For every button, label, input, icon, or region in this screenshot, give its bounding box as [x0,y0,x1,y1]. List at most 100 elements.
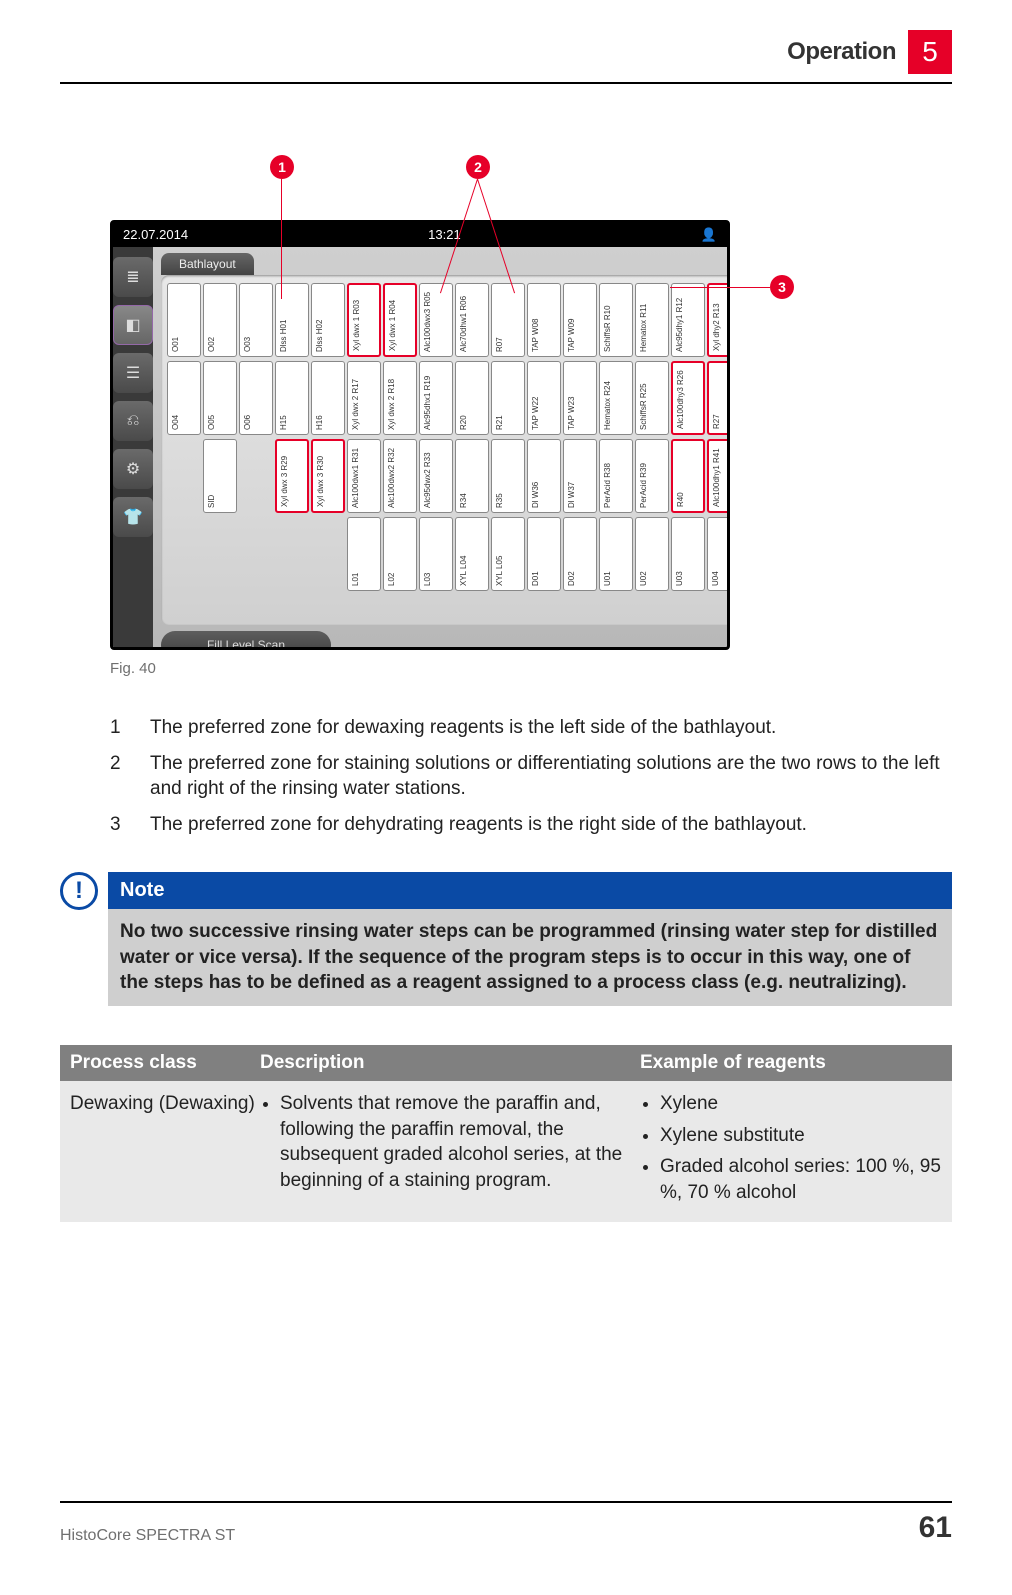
station-blank[interactable] [275,517,309,591]
station-U03[interactable]: U03 [671,517,705,591]
station-D01[interactable]: D01 [527,517,561,591]
sidebar-btn-bathlayout[interactable]: ◧ [113,305,153,345]
station-R03[interactable]: Xyl dwx 1 R03 [347,283,381,357]
station-SID[interactable]: SID [203,439,237,513]
station-R21[interactable]: R21 [491,361,525,435]
table-row: Dewaxing (Dewaxing) Solvents that remove… [60,1081,952,1222]
product-name: HistoCore SPECTRA ST [60,1527,235,1545]
station-R19[interactable]: Alc95dhx1 R19 [419,361,453,435]
station-R17[interactable]: Xyl dwx 2 R17 [347,361,381,435]
th-description: Description [260,1052,640,1074]
th-example: Example of reagents [640,1052,942,1074]
fill-level-scan-button[interactable]: Fill Level Scan [161,631,331,650]
callout-line-3 [670,287,770,288]
station-W08[interactable]: TAP W08 [527,283,561,357]
bathlayout-panel: O01O02O03Dlss H01Dlss H02Xyl dwx 1 R03Xy… [161,275,730,625]
section-title: Operation [787,38,896,66]
station-R31[interactable]: Alc100dwx1 R31 [347,439,381,513]
station-O02[interactable]: O02 [203,283,237,357]
station-R30[interactable]: Xyl dwx 3 R30 [311,439,345,513]
station-W36[interactable]: Dl W36 [527,439,561,513]
screenshot-bathlayout: 22.07.2014 13:21 👤 ≣ ◧ ☰ ⎌ ⚙ 👕 Bathlayou… [110,220,730,650]
station-R11[interactable]: Hematox R11 [635,283,669,357]
station-R07[interactable]: R07 [491,283,525,357]
callout-marker-1: 1 [270,155,294,179]
station-blank[interactable] [239,439,273,513]
station-R05[interactable]: Alc100dwx3 R05 [419,283,453,357]
screenshot-main: Bathlayout O01O02O03Dlss H01Dlss H02Xyl … [153,247,730,647]
station-R26[interactable]: Alc100dhy3 R26 [671,361,705,435]
station-H16[interactable]: H16 [311,361,345,435]
callout-line-1 [281,179,282,299]
sidebar-btn-list[interactable]: ☰ [113,353,153,393]
page-footer: HistoCore SPECTRA ST 61 [60,1501,952,1545]
sidebar-btn-reagents[interactable]: ⎌ [113,401,153,441]
station-L05[interactable]: XYL L05 [491,517,525,591]
note-body: No two successive rinsing water steps ca… [108,909,952,1006]
station-L02[interactable]: L02 [383,517,417,591]
sidebar-btn-settings[interactable]: ⚙ [113,449,153,489]
callout-marker-2: 2 [466,155,490,179]
station-U04[interactable]: U04 [707,517,730,591]
station-R13[interactable]: Xyl dhy2 R13 [707,283,730,357]
callout-legend: 1 The preferred zone for dewaxing reagen… [110,715,952,848]
user-icon: 👤 [701,227,717,243]
screenshot-statusbar: 22.07.2014 13:21 👤 [113,223,727,247]
station-R04[interactable]: Xyl dwx 1 R04 [383,283,417,357]
station-R41[interactable]: Alc100dhy1 R41 [707,439,730,513]
station-O01[interactable]: O01 [167,283,201,357]
station-O04[interactable]: O04 [167,361,201,435]
station-R12[interactable]: Alc95dhy1 R12 [671,283,705,357]
station-R06[interactable]: Alc70dhw1 R06 [455,283,489,357]
station-O05[interactable]: O05 [203,361,237,435]
station-blank[interactable] [239,517,273,591]
station-R27[interactable]: R27 [707,361,730,435]
station-W37[interactable]: Dl W37 [563,439,597,513]
tab-bathlayout[interactable]: Bathlayout [161,253,254,275]
station-R39[interactable]: PerAcid R39 [635,439,669,513]
station-W22[interactable]: TAP W22 [527,361,561,435]
figure-caption: Fig. 40 [110,660,156,677]
station-W23[interactable]: TAP W23 [563,361,597,435]
callout-marker-3: 3 [770,275,794,299]
legend-item-3: 3 The preferred zone for dehydrating rea… [110,812,952,838]
screenshot-sidebar: ≣ ◧ ☰ ⎌ ⚙ 👕 [113,247,153,647]
station-L04[interactable]: XYL L04 [455,517,489,591]
station-L01[interactable]: L01 [347,517,381,591]
station-R25[interactable]: SchiffsR R25 [635,361,669,435]
station-R34[interactable]: R34 [455,439,489,513]
table-header-row: Process class Description Example of rea… [60,1045,952,1081]
station-R32[interactable]: Alc100dwx2 R32 [383,439,417,513]
station-R29[interactable]: Xyl dwx 3 R29 [275,439,309,513]
station-R20[interactable]: R20 [455,361,489,435]
note-box: ! Note No two successive rinsing water s… [60,872,952,1006]
station-U01[interactable]: U01 [599,517,633,591]
td-example: Xylene Xylene substitute Graded alcohol … [640,1091,942,1212]
station-H15[interactable]: H15 [275,361,309,435]
td-process-class: Dewaxing (Dewaxing) [70,1091,260,1212]
legend-item-1: 1 The preferred zone for dewaxing reagen… [110,715,952,741]
station-U02[interactable]: U02 [635,517,669,591]
station-R18[interactable]: Xyl dwx 2 R18 [383,361,417,435]
station-blank[interactable] [311,517,345,591]
station-L03[interactable]: L03 [419,517,453,591]
station-R10[interactable]: SchiffsR R10 [599,283,633,357]
station-blank[interactable] [167,439,201,513]
station-blank[interactable] [167,517,201,591]
station-blank[interactable] [203,517,237,591]
td-description: Solvents that remove the paraffin and, f… [260,1091,640,1212]
info-icon: ! [60,872,98,910]
sidebar-btn-user[interactable]: 👕 [113,497,153,537]
station-O06[interactable]: O06 [239,361,273,435]
station-R35[interactable]: R35 [491,439,525,513]
station-R40[interactable]: R40 [671,439,705,513]
station-R38[interactable]: PerAcid R38 [599,439,633,513]
sidebar-btn-racks[interactable]: ≣ [113,257,153,297]
station-W09[interactable]: TAP W09 [563,283,597,357]
station-D02[interactable]: D02 [563,517,597,591]
station-H02[interactable]: Dlss H02 [311,283,345,357]
station-R33[interactable]: Alc95dwx2 R33 [419,439,453,513]
station-O03[interactable]: O03 [239,283,273,357]
note-title: Note [108,872,952,909]
station-R24[interactable]: Hematox R24 [599,361,633,435]
